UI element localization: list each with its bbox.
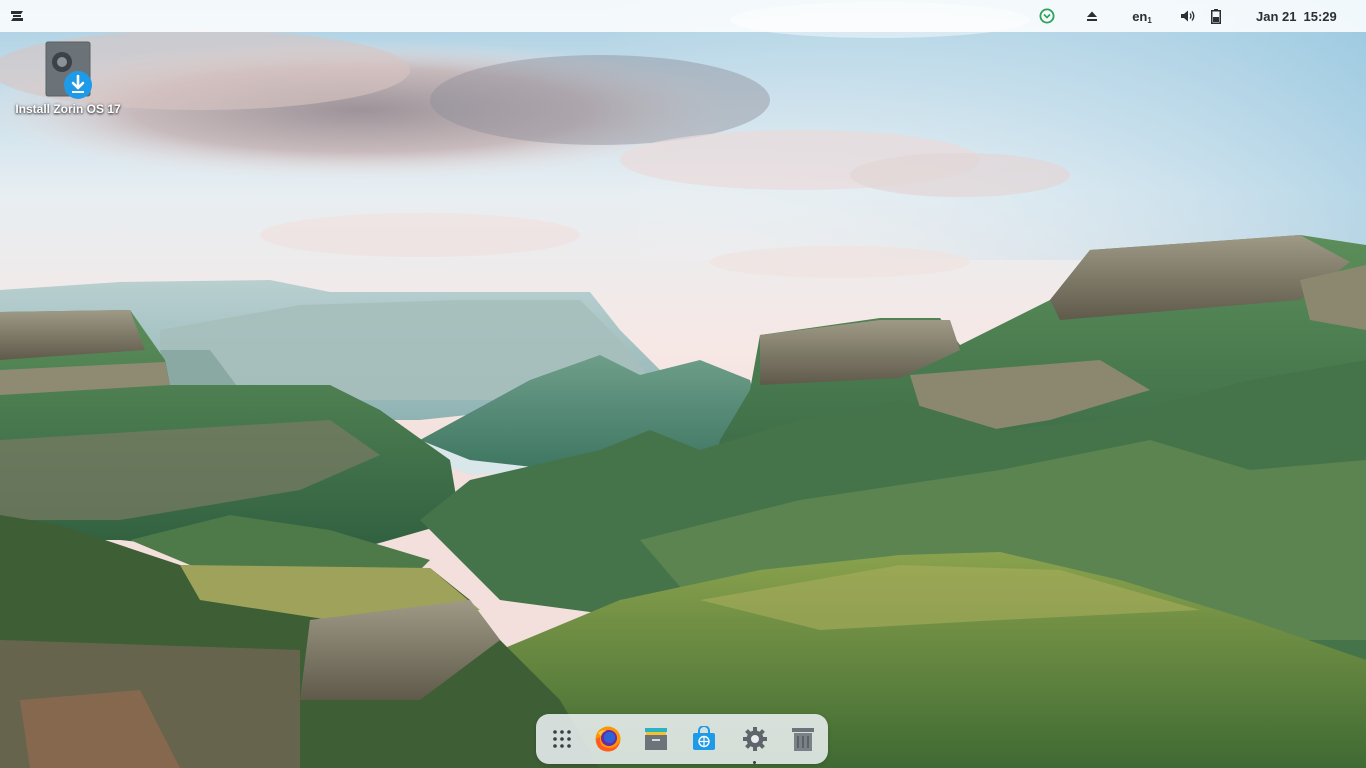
settings-gear-icon (743, 727, 767, 751)
volume-indicator[interactable] (1177, 0, 1199, 32)
software-updates-indicator[interactable] (1036, 0, 1058, 32)
language-index: 1 (1147, 15, 1152, 25)
desktop-icon-label: Install Zorin OS 17 (15, 102, 121, 116)
zorin-logo-icon (11, 11, 23, 21)
clock-date: Jan 21 (1256, 8, 1297, 24)
zorin-menu-button[interactable] (6, 0, 28, 32)
show-applications-button[interactable] (543, 720, 581, 758)
eject-icon (1087, 11, 1097, 21)
date-time-button[interactable]: Jan 21 15:29 (1256, 0, 1352, 32)
software-store-icon (693, 726, 715, 750)
software-updates-icon (1039, 8, 1055, 24)
dock-trash[interactable] (784, 720, 822, 758)
firefox-icon (595, 726, 621, 752)
dock (536, 714, 828, 764)
dock-settings[interactable] (736, 720, 774, 764)
dock-firefox[interactable] (589, 720, 627, 758)
desktop-icon-install-zorin[interactable]: Install Zorin OS 17 (6, 40, 130, 126)
files-icon (645, 728, 667, 750)
dock-software-store[interactable] (685, 720, 723, 758)
desktop-wallpaper (0, 0, 1366, 768)
removable-drive-indicator[interactable] (1081, 0, 1103, 32)
battery-icon (1211, 8, 1221, 24)
app-grid-icon (553, 730, 571, 748)
volume-icon (1181, 10, 1195, 22)
trash-icon (792, 728, 814, 751)
dock-files[interactable] (637, 720, 675, 758)
keyboard-layout-indicator[interactable]: en 1 (1126, 0, 1158, 32)
clock-time: 15:29 (1303, 8, 1337, 24)
running-indicator (753, 761, 756, 764)
language-code: en (1132, 8, 1148, 24)
battery-indicator[interactable] (1206, 0, 1226, 32)
top-panel: en 1 Jan 21 15:29 (0, 0, 1366, 32)
install-disk-icon (45, 41, 92, 99)
